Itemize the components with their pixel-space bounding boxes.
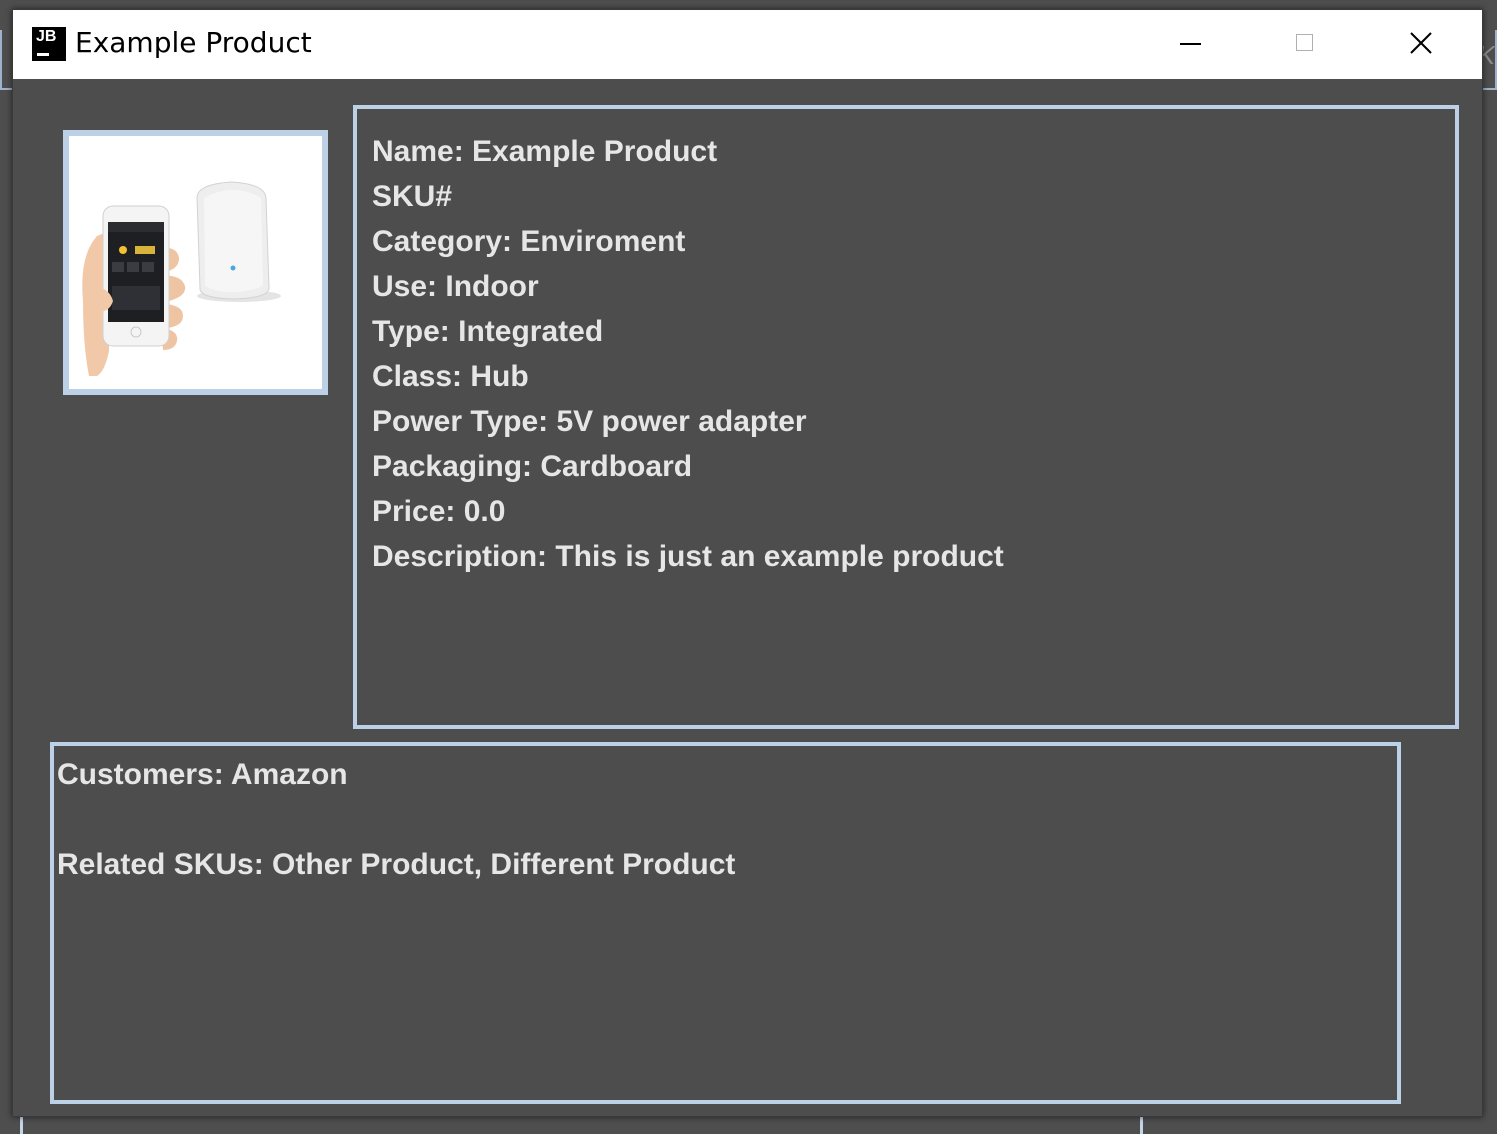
product-image <box>63 130 328 395</box>
product-power-type-label: Power Type: 5V power adapter <box>372 405 807 438</box>
product-use-label: Use: Indoor <box>372 270 539 303</box>
minimize-button[interactable] <box>1133 10 1248 79</box>
close-icon <box>1410 32 1432 54</box>
app-icon-bar <box>37 53 49 56</box>
maximize-icon <box>1296 34 1313 51</box>
product-details-panel: Name: Example Product SKU# Category: Env… <box>353 105 1459 729</box>
maximize-button[interactable] <box>1248 10 1363 79</box>
product-price-label: Price: 0.0 <box>372 495 506 528</box>
window-title: Example Product <box>75 26 312 59</box>
product-description-label: Description: This is just an example pro… <box>372 540 1004 573</box>
customers-label: Customers: Amazon <box>57 758 348 791</box>
product-class-label: Class: Hub <box>372 360 529 393</box>
relations-spacer <box>57 797 1397 842</box>
related-skus-label: Related SKUs: Other Product, Different P… <box>57 848 736 881</box>
relations-panel: Customers: Amazon Related SKUs: Other Pr… <box>50 742 1401 1104</box>
product-packaging-label: Packaging: Cardboard <box>372 450 693 483</box>
product-photo <box>69 136 322 389</box>
product-name-label: Name: Example Product <box>372 135 718 168</box>
product-type-label: Type: Integrated <box>372 315 604 348</box>
product-sku-label: SKU# <box>372 180 453 213</box>
title-bar[interactable]: JB Example Product <box>13 10 1482 79</box>
background-border-left <box>0 30 2 90</box>
close-button[interactable] <box>1363 10 1478 79</box>
app-icon-label: JB <box>36 28 57 45</box>
jetbrains-app-icon: JB <box>32 27 66 61</box>
minimize-icon <box>1180 43 1201 45</box>
product-dialog: JB Example Product Name: Example Product… <box>12 9 1483 1117</box>
product-category-label: Category: Enviroment <box>372 225 686 258</box>
